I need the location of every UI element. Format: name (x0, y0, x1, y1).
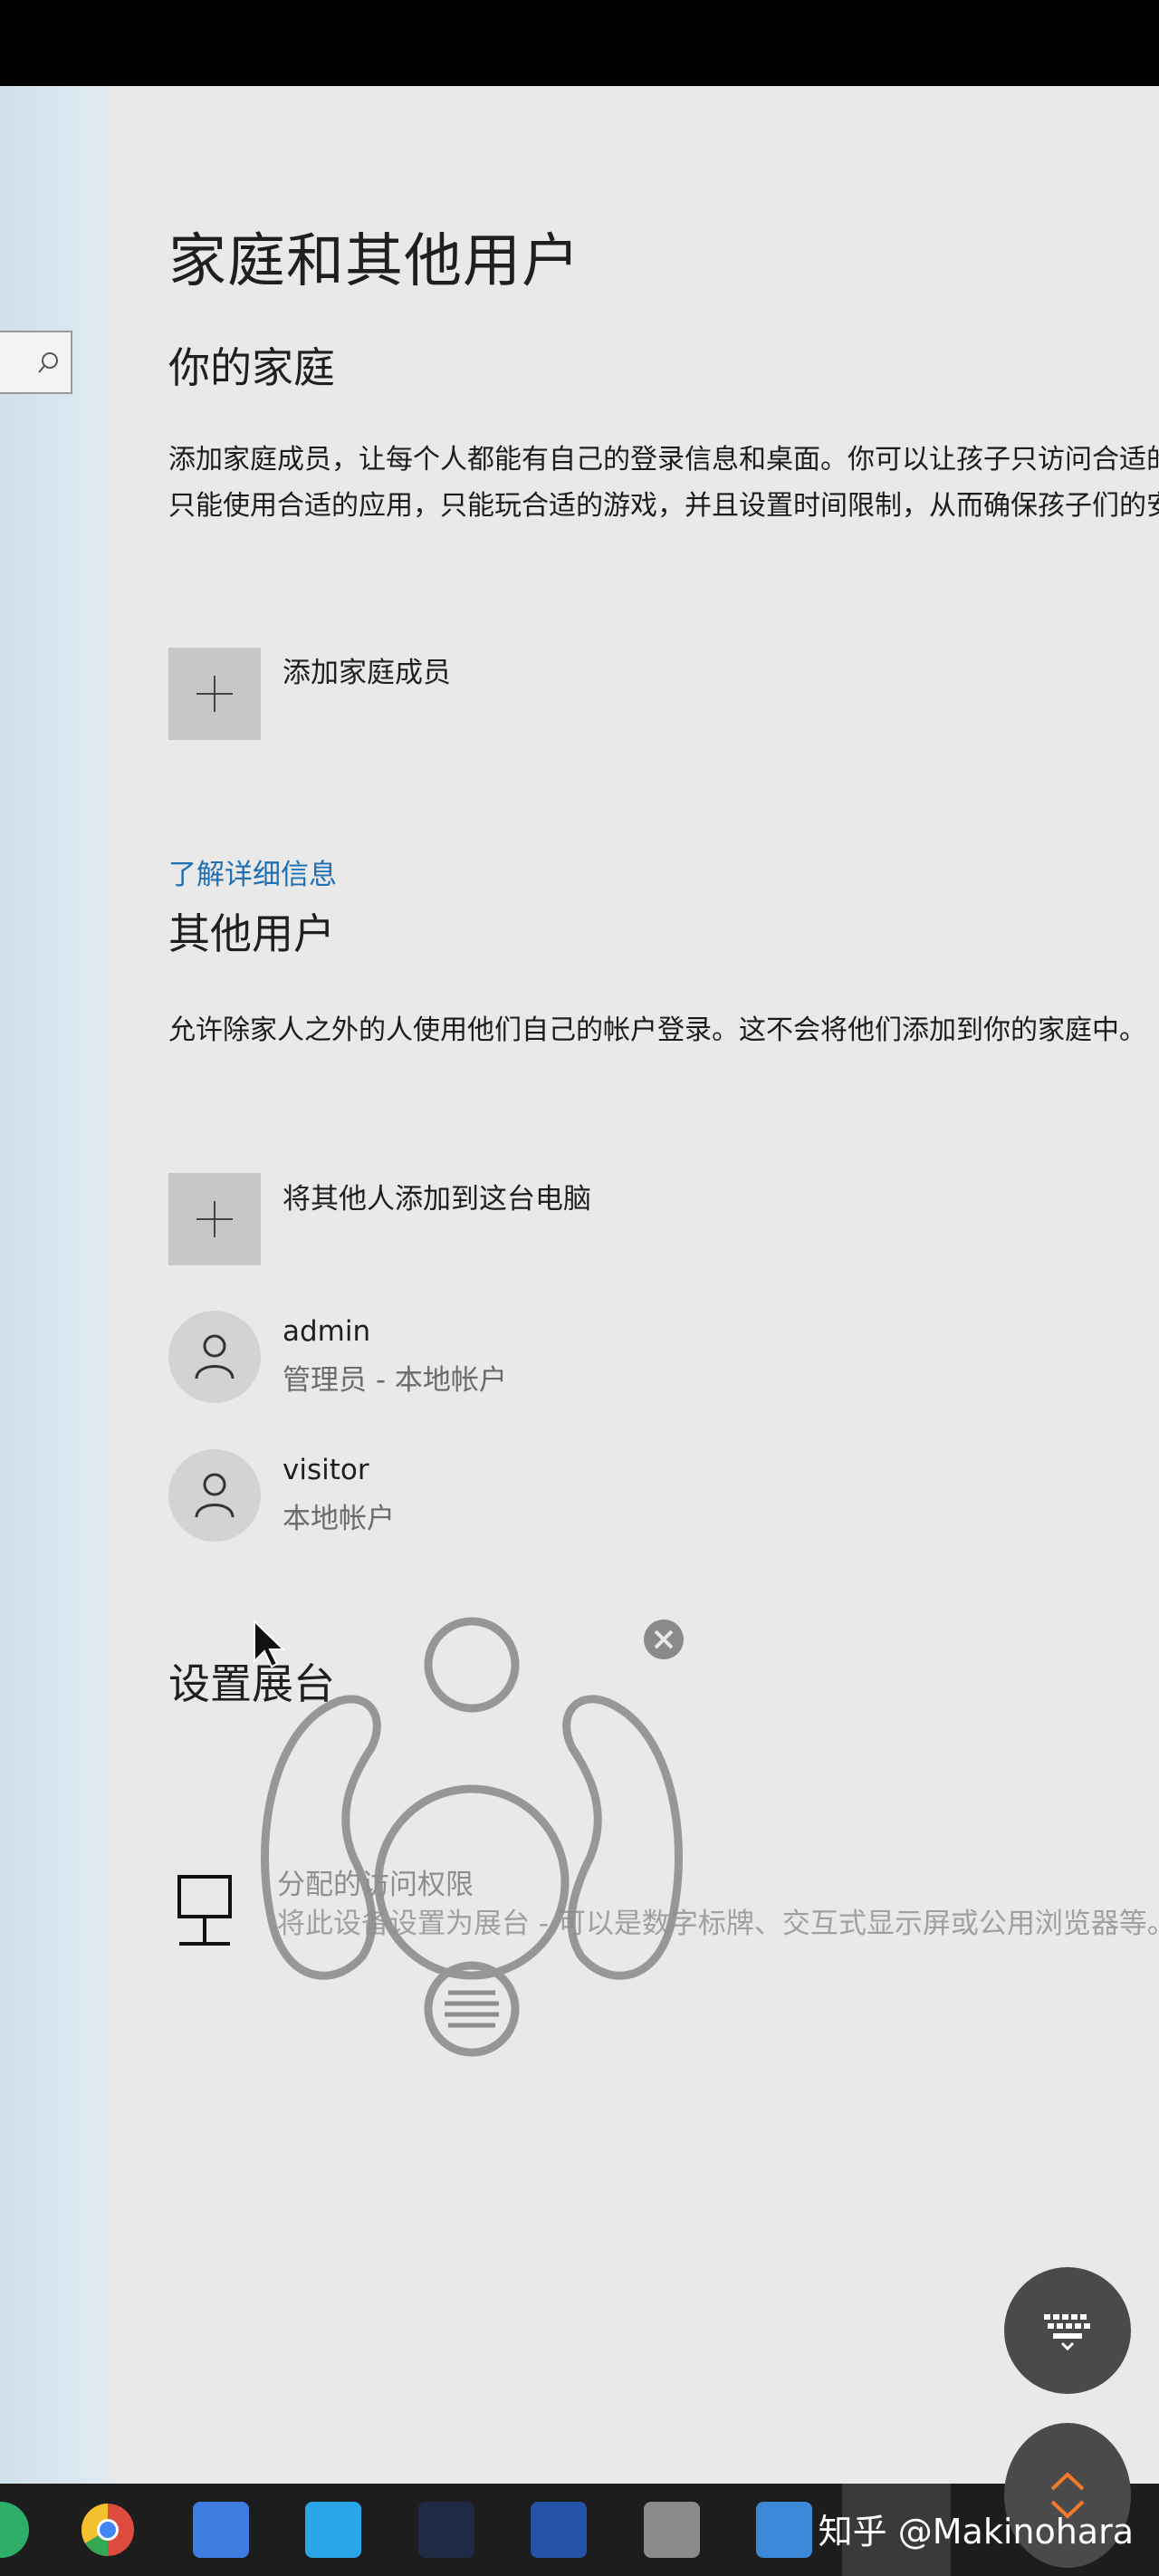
chrome-icon[interactable] (80, 2502, 136, 2558)
menu-lines-icon (445, 1990, 499, 2028)
watermark: 知乎 @Makinohara (818, 2512, 1134, 2552)
close-icon[interactable] (644, 1620, 684, 1659)
controller-left-trigger[interactable] (261, 1695, 381, 1980)
feishu-icon[interactable] (193, 2502, 249, 2558)
edge-icon[interactable] (0, 2502, 29, 2558)
mouse-cursor-icon (254, 1619, 286, 1668)
task-manager-icon[interactable] (644, 2502, 700, 2558)
controller-top-button[interactable] (424, 1617, 520, 1713)
powershell-icon[interactable] (531, 2502, 587, 2558)
controller-right-trigger[interactable] (562, 1695, 683, 1980)
keyboard-icon (1044, 2314, 1090, 2350)
virtual-controller-overlay (254, 1617, 684, 2057)
controller-center-pad[interactable] (374, 1784, 570, 1980)
keyboard-button[interactable] (1004, 2267, 1131, 2394)
app-icon[interactable] (418, 2502, 474, 2558)
control-panel-icon[interactable] (756, 2502, 812, 2558)
cloud-drive-icon[interactable] (305, 2502, 361, 2558)
